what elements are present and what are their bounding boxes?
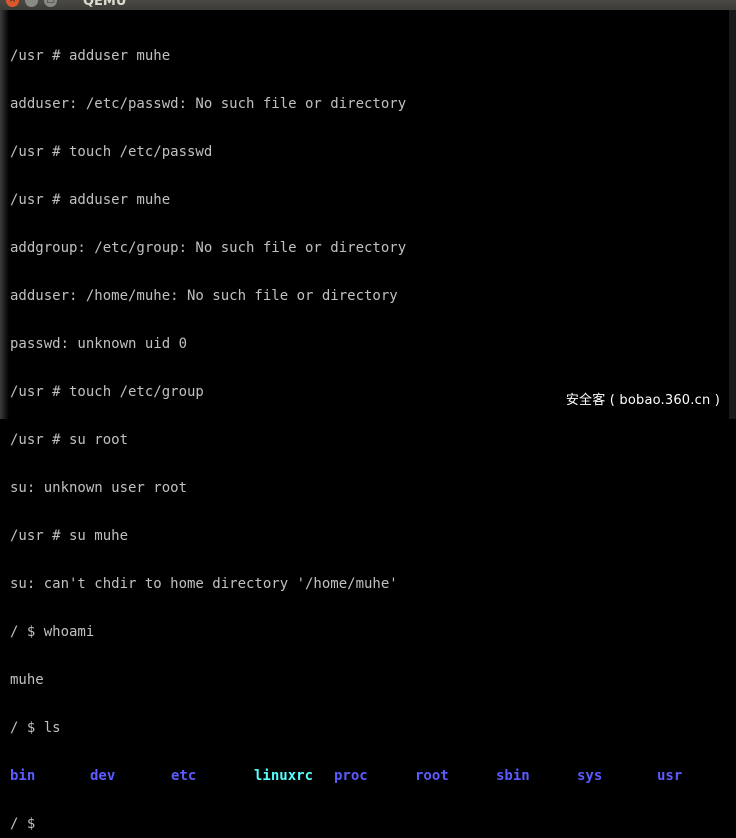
ls-entry-sys: sys	[577, 768, 603, 784]
ls-entry-usr: usr	[657, 768, 683, 784]
maximize-window-button[interactable]: □	[44, 0, 57, 7]
close-window-button[interactable]: ×	[6, 0, 19, 7]
ls-entry-linuxrc: linuxrc	[254, 768, 314, 784]
terminal-line: addgroup: /etc/group: No such file or di…	[10, 240, 407, 256]
terminal-line: /usr # su muhe	[10, 528, 129, 544]
ls-entry-etc: etc	[171, 768, 197, 784]
terminal-line: /usr # adduser muhe	[10, 192, 171, 208]
terminal-line: / $ ls	[10, 720, 61, 736]
terminal-line: /usr # touch /etc/passwd	[10, 144, 213, 160]
terminal-line: passwd: unknown uid 0	[10, 336, 188, 352]
window-left-edge	[0, 10, 10, 419]
terminal-line: /usr # su root	[10, 432, 129, 448]
ls-entry-dev: dev	[90, 768, 116, 784]
terminal-line: su: unknown user root	[10, 480, 188, 496]
watermark: 安全客 ( bobao.360.cn )	[565, 393, 720, 408]
terminal-line: adduser: /etc/passwd: No such file or di…	[10, 96, 407, 112]
ls-entry-proc: proc	[334, 768, 368, 784]
terminal-scrollbar[interactable]	[729, 10, 736, 419]
ls-entry-root: root	[415, 768, 449, 784]
terminal-prompt[interactable]: / $	[10, 816, 406, 832]
terminal-line: /usr # touch /etc/group	[10, 384, 204, 400]
terminal-output[interactable]: /usr # adduser muhe adduser: /etc/passwd…	[10, 16, 682, 838]
terminal-line: su: can't chdir to home directory '/home…	[10, 576, 398, 592]
ls-output-row: bin dev etc linuxrc proc root sbin sys usr	[10, 768, 682, 784]
terminal-line: /usr # adduser muhe	[10, 48, 171, 64]
minimize-window-button[interactable]: –	[25, 0, 38, 7]
window-titlebar: × – □ QEMU	[0, 0, 736, 10]
terminal-line: adduser: /home/muhe: No such file or dir…	[10, 288, 398, 304]
terminal-line: / $ whoami	[10, 624, 95, 640]
ls-entry-sbin: sbin	[496, 768, 530, 784]
terminal-line: muhe	[10, 672, 44, 688]
window-title: QEMU	[83, 0, 127, 9]
ls-entry-bin: bin	[10, 768, 36, 784]
